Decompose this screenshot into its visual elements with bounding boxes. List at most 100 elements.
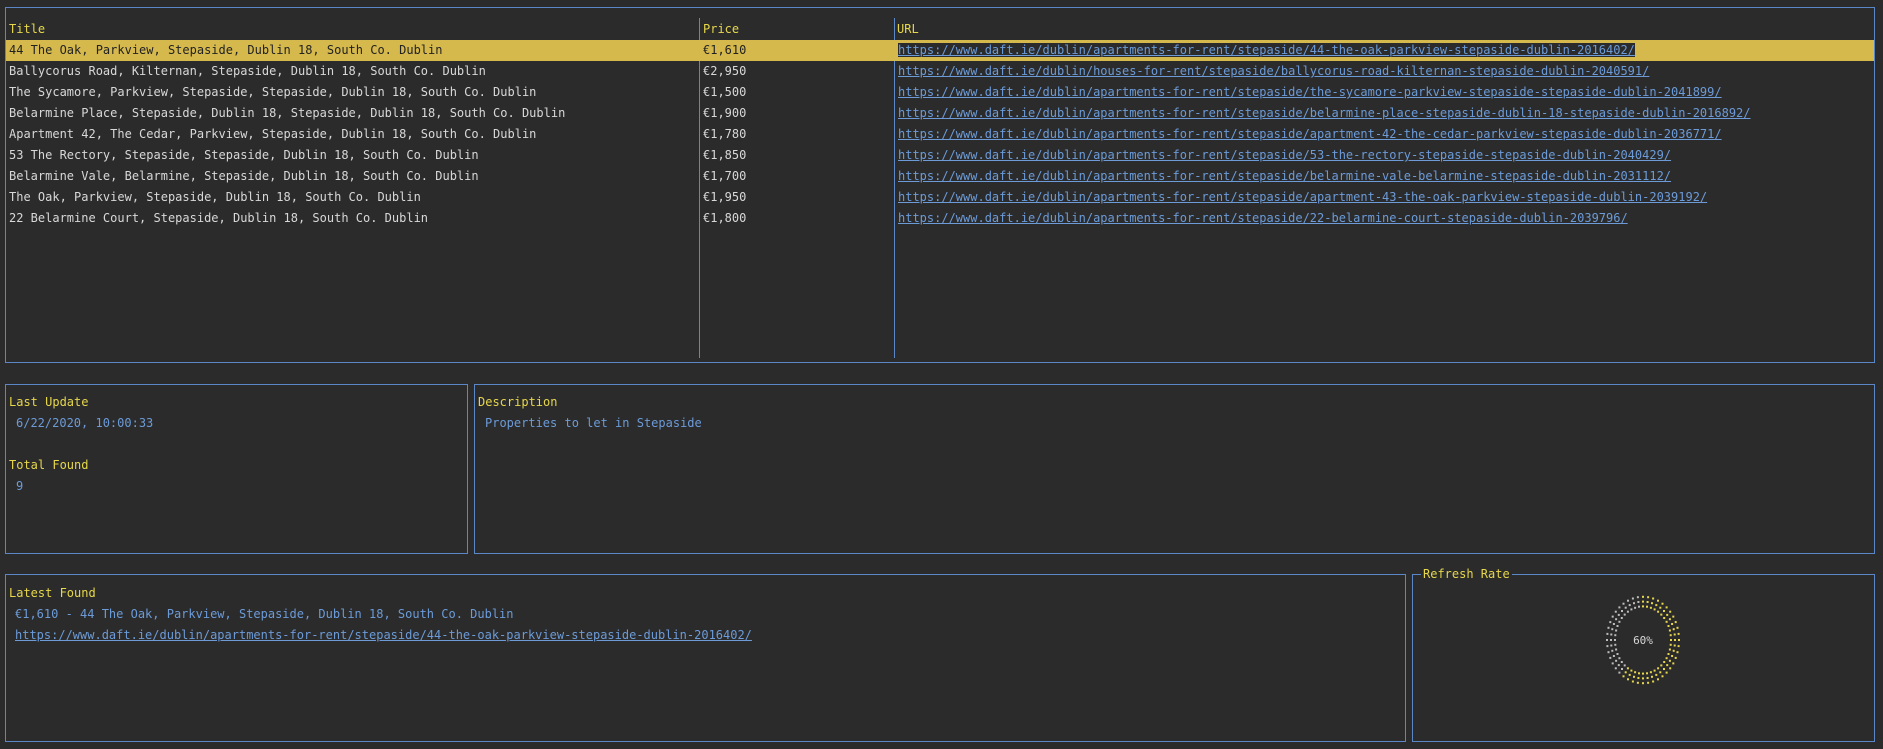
gauge-dot — [1660, 613, 1663, 616]
gauge-dot — [1614, 643, 1617, 646]
gauge-dot — [1653, 669, 1656, 672]
table-row[interactable]: 22 Belarmine Court, Stepaside, Dublin 18… — [6, 208, 1874, 229]
latest-found-link[interactable]: https://www.daft.ie/dublin/apartments-fo… — [15, 628, 752, 642]
listing-link[interactable]: https://www.daft.ie/dublin/apartments-fo… — [898, 169, 1671, 183]
cell-title: 44 The Oak, Parkview, Stepaside, Dublin … — [9, 43, 443, 57]
listing-link[interactable]: https://www.daft.ie/dublin/apartments-fo… — [898, 43, 1635, 57]
gauge-dot — [1607, 651, 1610, 654]
refresh-rate-panel: Refresh Rate 60% — [1412, 566, 1875, 742]
cell-title: 53 The Rectory, Stepaside, Stepaside, Du… — [9, 148, 479, 162]
refresh-gauge: 60% — [1606, 595, 1680, 685]
listing-link[interactable]: https://www.daft.ie/dublin/houses-for-re… — [898, 64, 1649, 78]
cell-price: €1,950 — [703, 190, 747, 204]
gauge-dot — [1669, 610, 1672, 613]
last-update-label: Last Update — [9, 395, 89, 409]
table-row[interactable]: Belarmine Place, Stepaside, Dublin 18, S… — [6, 103, 1874, 124]
table-rows: 44 The Oak, Parkview, Stepaside, Dublin … — [6, 40, 1874, 355]
gauge-dot — [1636, 596, 1639, 599]
cell-title: Apartment 42, The Cedar, Parkview, Stepa… — [9, 127, 537, 141]
gauge-dot — [1614, 639, 1616, 641]
gauge-dot — [1669, 643, 1672, 646]
column-header-url[interactable]: URL — [897, 19, 919, 39]
cell-price: €1,780 — [703, 127, 747, 141]
cell-price: €1,850 — [703, 148, 747, 162]
gauge-dot — [1637, 601, 1640, 603]
gauge-dot — [1653, 608, 1656, 611]
gauge-dot — [1669, 667, 1672, 670]
gauge-dot — [1676, 651, 1679, 654]
table-row[interactable]: Belarmine Vale, Belarmine, Stepaside, Du… — [6, 166, 1874, 187]
listing-link[interactable]: https://www.daft.ie/dublin/apartments-fo… — [898, 211, 1628, 225]
gauge-dot — [1642, 672, 1644, 675]
info-panel: Last Update 6/22/2020, 10:00:33 Total Fo… — [5, 384, 468, 554]
description-panel: Description Properties to let in Stepasi… — [474, 384, 1875, 554]
gauge-dot — [1614, 634, 1617, 637]
gauge-dot — [1673, 633, 1676, 636]
gauge-dot — [1659, 606, 1662, 609]
gauge-dot — [1668, 618, 1671, 621]
gauge-dot — [1622, 675, 1625, 678]
gauge-dot — [1671, 655, 1674, 657]
gauge-dot — [1672, 649, 1675, 652]
cell-url: https://www.daft.ie/dublin/apartments-fo… — [895, 166, 1870, 187]
table-row[interactable]: Ballycorus Road, Kilternan, Stepaside, D… — [6, 61, 1874, 82]
gauge-dot — [1663, 668, 1665, 670]
gauge-dot — [1657, 678, 1659, 681]
listing-link[interactable]: https://www.daft.ie/dublin/apartments-fo… — [898, 148, 1671, 162]
gauge-dot — [1671, 623, 1674, 625]
empty-row — [6, 229, 1874, 250]
gauge-dot — [1623, 613, 1626, 616]
gauge-dot — [1642, 595, 1644, 598]
gauge-dot — [1647, 596, 1650, 599]
gauge-dot — [1678, 639, 1680, 641]
total-found-label: Total Found — [9, 458, 89, 472]
gauge-dot — [1674, 621, 1677, 624]
cell-url: https://www.daft.ie/dublin/apartments-fo… — [895, 124, 1870, 145]
gauge-dot — [1627, 678, 1629, 681]
empty-row — [6, 334, 1874, 355]
gauge-dot — [1676, 626, 1679, 629]
gauge-dot — [1612, 655, 1615, 657]
table-row[interactable]: 44 The Oak, Parkview, Stepaside, Dublin … — [6, 40, 1874, 61]
cell-title: Belarmine Place, Stepaside, Dublin 18, S… — [9, 106, 566, 120]
listing-link[interactable]: https://www.daft.ie/dublin/apartments-fo… — [898, 85, 1722, 99]
gauge-dot — [1615, 629, 1618, 632]
gauge-dot — [1634, 671, 1637, 674]
gauge-dot — [1642, 600, 1644, 603]
listing-link[interactable]: https://www.daft.ie/dublin/apartments-fo… — [898, 127, 1722, 141]
gauge-dot — [1655, 604, 1658, 607]
column-header-price[interactable]: Price — [703, 19, 739, 39]
refresh-percent-label: 60% — [1633, 634, 1653, 647]
table-row[interactable]: Apartment 42, The Cedar, Parkview, Stepa… — [6, 124, 1874, 145]
table-row[interactable]: 53 The Rectory, Stepaside, Stepaside, Du… — [6, 145, 1874, 166]
gauge-dot — [1672, 662, 1675, 665]
gauge-dot — [1609, 621, 1612, 624]
gauge-dot — [1677, 645, 1680, 648]
gauge-dot — [1606, 645, 1609, 648]
cell-price: €1,900 — [703, 106, 747, 120]
gauge-dot — [1630, 608, 1633, 611]
listing-link[interactable]: https://www.daft.ie/dublin/apartments-fo… — [898, 106, 1751, 120]
gauge-dot — [1667, 625, 1670, 627]
gauge-dot — [1651, 675, 1653, 678]
gauge-dot — [1673, 644, 1676, 647]
gauge-dot — [1669, 634, 1672, 637]
column-header-title[interactable]: Title — [9, 19, 45, 39]
gauge-dot — [1606, 632, 1609, 635]
cell-price: €1,500 — [703, 85, 747, 99]
gauge-dot — [1659, 671, 1662, 674]
gauge-dot — [1647, 681, 1650, 684]
gauge-dot — [1614, 667, 1617, 670]
gauge-dot — [1642, 682, 1644, 685]
gauge-dot — [1627, 599, 1629, 602]
cell-url: https://www.daft.ie/dublin/apartments-fo… — [895, 40, 1870, 61]
gauge-dot — [1649, 671, 1652, 674]
cell-price: €1,800 — [703, 211, 747, 225]
gauge-dot — [1618, 671, 1621, 674]
gauge-dot — [1607, 626, 1610, 629]
listing-link[interactable]: https://www.daft.ie/dublin/apartments-fo… — [898, 190, 1707, 204]
gauge-dot — [1655, 673, 1658, 676]
gauge-dot — [1663, 617, 1666, 619]
table-row[interactable]: The Oak, Parkview, Stepaside, Dublin 18,… — [6, 187, 1874, 208]
table-row[interactable]: The Sycamore, Parkview, Stepaside, Stepa… — [6, 82, 1874, 103]
